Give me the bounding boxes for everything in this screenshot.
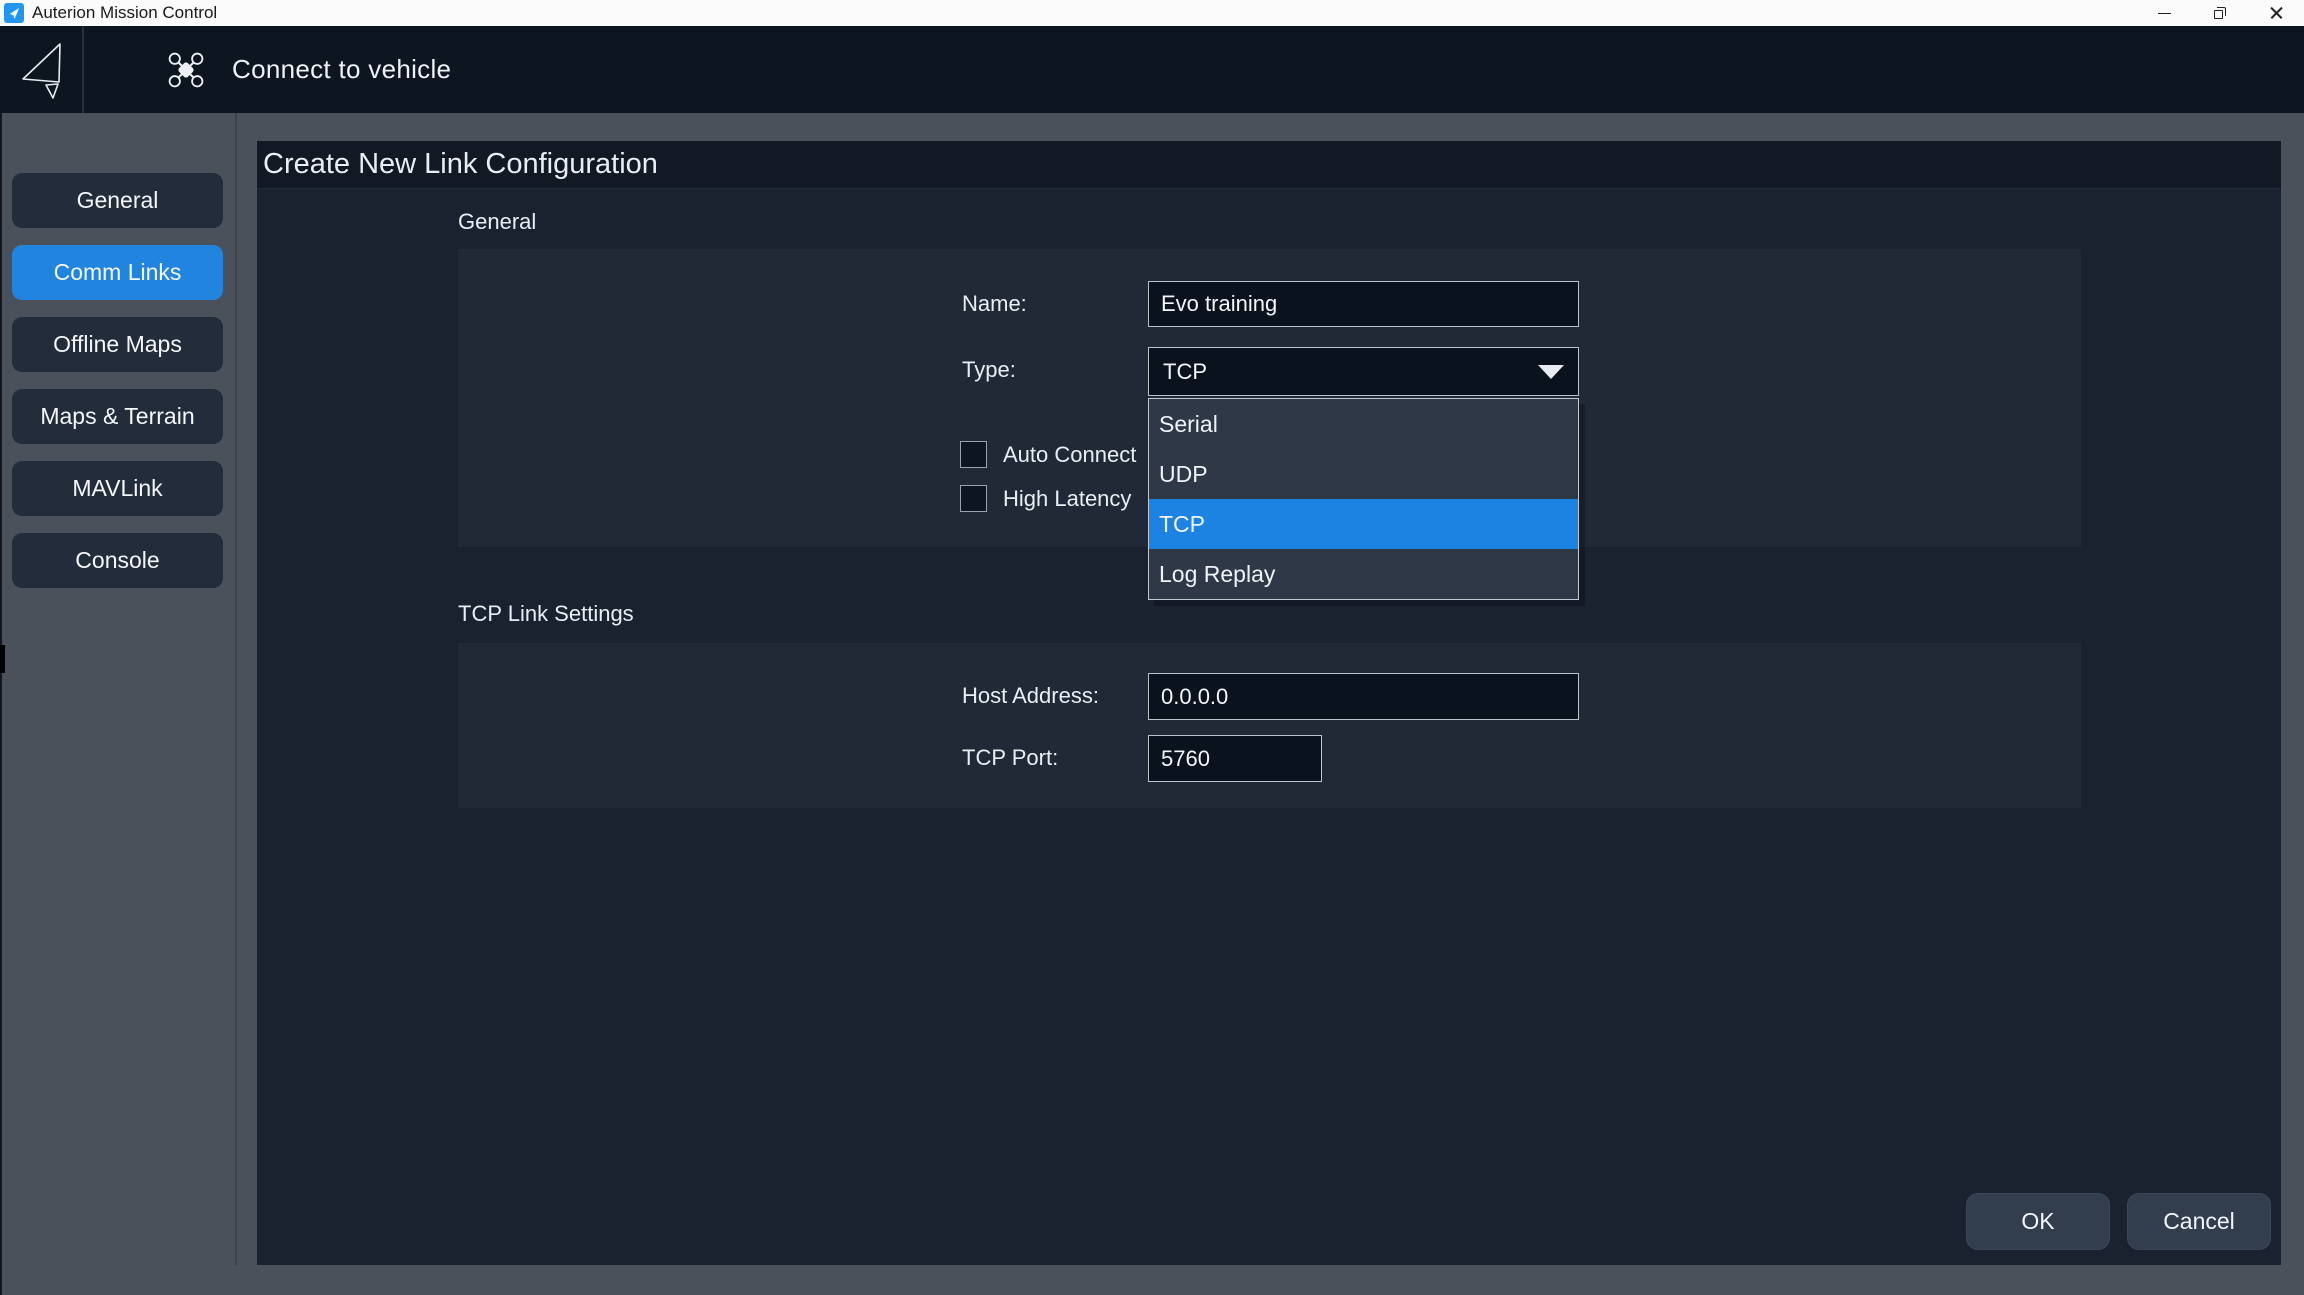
sidebar-item-mavlink[interactable]: MAVLink (12, 461, 223, 516)
ok-button[interactable]: OK (1966, 1193, 2110, 1250)
tcp-port-label: TCP Port: (962, 745, 1059, 770)
comm-links-panel: Create New Link Configuration General Na… (257, 141, 2281, 1265)
settings-sidebar: Settings General Comm Links Offline Maps… (0, 113, 235, 1295)
caret-down-icon (1538, 364, 1564, 379)
app-toolbar: Connect to vehicle (0, 26, 2304, 113)
dropdown-option-log-replay[interactable]: Log Replay (1149, 549, 1578, 599)
high-latency-label: High Latency (1003, 486, 1132, 511)
dropdown-option-tcp[interactable]: TCP (1149, 499, 1578, 549)
cancel-button[interactable]: Cancel (2127, 1193, 2271, 1250)
dropdown-option-serial[interactable]: Serial (1149, 399, 1578, 449)
tcp-port-input[interactable] (1148, 735, 1322, 782)
name-label: Name: (962, 291, 1027, 316)
window-title: Auterion Mission Control (32, 3, 218, 22)
minimize-button[interactable] (2136, 0, 2192, 26)
quadcopter-icon (168, 52, 204, 87)
sidebar-item-console[interactable]: Console (12, 533, 223, 588)
tcp-section-title: TCP Link Settings (458, 601, 634, 626)
auto-connect-label: Auto Connect (1003, 442, 1137, 467)
app-icon (4, 3, 24, 23)
home-button[interactable] (0, 26, 82, 113)
toolbar-divider (82, 26, 84, 113)
auto-connect-checkbox[interactable] (960, 441, 987, 468)
sidebar-item-offline-maps[interactable]: Offline Maps (12, 317, 223, 372)
sidebar-item-general[interactable]: General (12, 173, 223, 228)
auterion-logo-icon (22, 42, 61, 99)
restore-button[interactable] (2192, 0, 2248, 26)
type-label: Type: (962, 357, 1016, 382)
window-titlebar: Auterion Mission Control (0, 0, 2304, 26)
general-section-title: General (458, 209, 537, 234)
sidebar-item-comm-links[interactable]: Comm Links (12, 245, 223, 300)
close-icon (2270, 7, 2283, 20)
close-button[interactable] (2248, 0, 2304, 26)
page-title: Create New Link Configuration (257, 141, 2281, 189)
window-controls (2136, 0, 2304, 26)
high-latency-checkbox[interactable] (960, 485, 987, 512)
sidebar-item-maps-terrain[interactable]: Maps & Terrain (12, 389, 223, 444)
minimize-icon (2157, 12, 2171, 14)
type-dropdown[interactable]: TCP (1148, 347, 1579, 396)
dropdown-option-udp[interactable]: UDP (1149, 449, 1578, 499)
restore-icon (2214, 7, 2226, 19)
host-address-label: Host Address: (962, 683, 1099, 708)
paper-plane-icon (9, 7, 19, 19)
name-input[interactable] (1148, 281, 1579, 327)
sidebar-panel-divider (235, 113, 237, 1265)
toolbar-view-title: Connect to vehicle (232, 54, 452, 84)
host-address-input[interactable] (1148, 673, 1579, 720)
type-dropdown-value: TCP (1163, 358, 1207, 384)
tcp-section-panel (458, 643, 2081, 808)
type-dropdown-popup: Serial UDP TCP Log Replay (1148, 398, 1579, 600)
